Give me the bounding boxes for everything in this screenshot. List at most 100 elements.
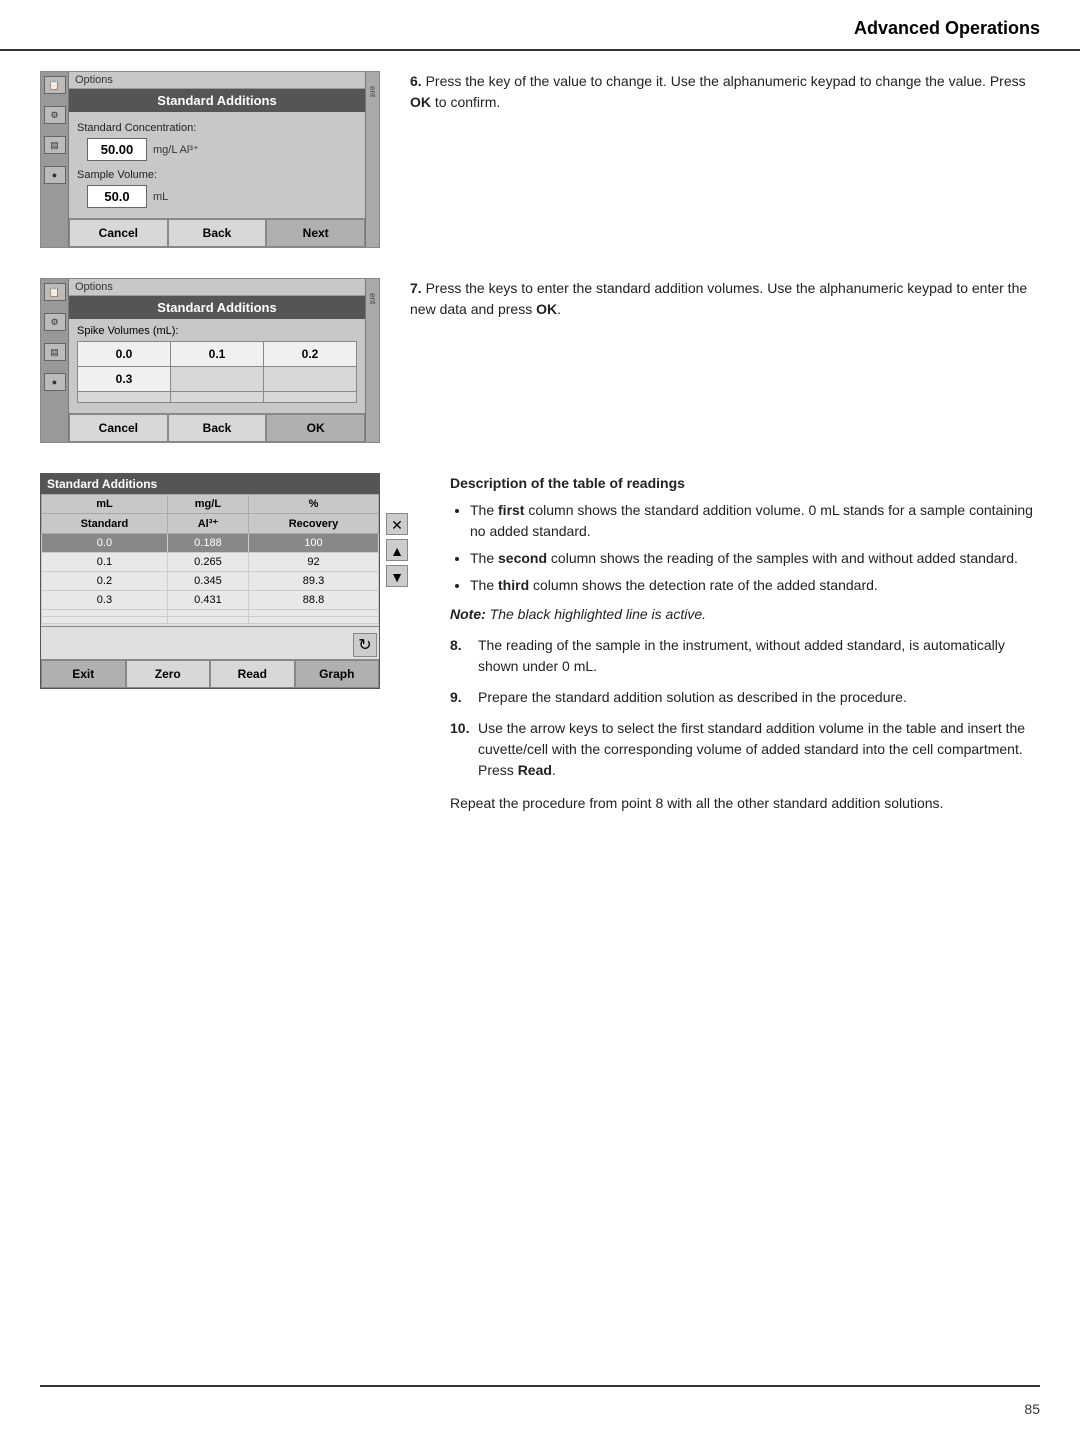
spike-cell-0[interactable]: 0.0 bbox=[78, 342, 170, 366]
up-arrow-icon[interactable]: ▲ bbox=[386, 539, 408, 561]
options-bar-2: Options bbox=[69, 279, 365, 296]
repeat-text: Repeat the procedure from point 8 with a… bbox=[450, 793, 1040, 814]
section-3-text: Description of the table of readings The… bbox=[450, 473, 1040, 814]
device-screenshot-1: 📋 ⚙ ▤ ● Options Standard Additions Stand… bbox=[40, 71, 380, 248]
spike-cell-1[interactable]: 0.1 bbox=[171, 342, 263, 366]
spike-cell-5[interactable] bbox=[264, 367, 356, 391]
col-ml-header: mL bbox=[42, 495, 168, 514]
copy-icon: 📋 bbox=[44, 76, 66, 94]
cancel-button-2[interactable]: Cancel bbox=[69, 414, 168, 442]
step-6-text: 6. Press the key of the value to change … bbox=[410, 71, 1040, 113]
note-text: Note: The black highlighted line is acti… bbox=[450, 604, 1040, 625]
step-7-text: 7. Press the keys to enter the standard … bbox=[410, 278, 1040, 320]
spike-cell-6[interactable] bbox=[78, 392, 170, 402]
cylinder-icon: ● bbox=[44, 166, 66, 184]
exit-button[interactable]: Exit bbox=[41, 660, 126, 688]
table-row bbox=[42, 610, 379, 617]
close-icon[interactable]: ✕ bbox=[386, 513, 408, 535]
read-button[interactable]: Read bbox=[210, 660, 295, 688]
bullet-2: The second column shows the reading of t… bbox=[470, 548, 1040, 569]
chart-icon: ▤ bbox=[44, 136, 66, 154]
col-standard-header: Standard bbox=[42, 514, 168, 534]
page-footer: 85 bbox=[1024, 1401, 1040, 1417]
spike-label: Spike Volumes (mL): bbox=[77, 325, 357, 337]
std-conc-label-row: Standard Concentration: bbox=[77, 122, 357, 134]
step-9: 9. Prepare the standard addition solutio… bbox=[450, 687, 1040, 708]
down-arrow-icon[interactable]: ▼ bbox=[386, 565, 408, 587]
col-mgl-header: mg/L bbox=[167, 495, 248, 514]
col-pct-header: % bbox=[248, 495, 378, 514]
std-conc-input[interactable]: 50.00 bbox=[87, 138, 147, 161]
step-10: 10. Use the arrow keys to select the fir… bbox=[450, 718, 1040, 781]
sample-vol-label-row: Sample Volume: bbox=[77, 169, 357, 181]
cylinder-icon-2: ● bbox=[44, 373, 66, 391]
settings-icon-2: ⚙ bbox=[44, 313, 66, 331]
sa-table-title: Standard Additions bbox=[41, 474, 379, 494]
sa-table: mL mg/L % Standard Al³⁺ Recovery 0.00.18… bbox=[41, 494, 379, 624]
spike-cell-7[interactable] bbox=[171, 392, 263, 402]
options-bar-1: Options bbox=[69, 72, 365, 89]
table-scroll-controls: ✕ ▲ ▼ bbox=[386, 513, 408, 587]
device-screenshot-2: 📋 ⚙ ▤ ● Options Standard Additions Spike… bbox=[40, 278, 380, 443]
device-footer-1: Cancel Back Next bbox=[69, 218, 365, 247]
sa-table-footer: Exit Zero Read Graph bbox=[41, 659, 379, 688]
device-body-1: Standard Concentration: 50.00 mg/L Al³⁺ … bbox=[69, 112, 365, 218]
back-button-2[interactable]: Back bbox=[168, 414, 267, 442]
spike-cell-2[interactable]: 0.2 bbox=[264, 342, 356, 366]
sa-table-wrapper: Standard Additions mL mg/L % Standard Al… bbox=[40, 473, 380, 689]
refresh-icon[interactable]: ↻ bbox=[353, 633, 377, 657]
device-title-2: Standard Additions bbox=[69, 296, 365, 319]
zero-button[interactable]: Zero bbox=[126, 660, 211, 688]
table-row: 0.30.43188.8 bbox=[42, 591, 379, 610]
spike-cell-4[interactable] bbox=[171, 367, 263, 391]
device-title-1: Standard Additions bbox=[69, 89, 365, 112]
bullet-list: The first column shows the standard addi… bbox=[450, 500, 1040, 596]
spike-cell-8[interactable] bbox=[264, 392, 356, 402]
numbered-steps: 8. The reading of the sample in the inst… bbox=[450, 635, 1040, 781]
desc-heading: Description of the table of readings bbox=[450, 473, 1040, 494]
bullet-3: The third column shows the detection rat… bbox=[470, 575, 1040, 596]
table-row bbox=[42, 617, 379, 624]
ok-button-2[interactable]: OK bbox=[266, 414, 365, 442]
back-button-1[interactable]: Back bbox=[168, 219, 267, 247]
device-right-bar-1: ent bbox=[365, 72, 379, 247]
std-conc-value-row: 50.00 mg/L Al³⁺ bbox=[87, 138, 357, 161]
spike-cell-3[interactable]: 0.3 bbox=[78, 367, 170, 391]
table-header-row-1: mL mg/L % bbox=[42, 495, 379, 514]
device-left-bar-1: 📋 ⚙ ▤ ● bbox=[41, 72, 69, 247]
col-recovery-header: Recovery bbox=[248, 514, 378, 534]
sample-vol-value-row: 50.0 mL bbox=[87, 185, 357, 208]
sa-table-container: Standard Additions mL mg/L % Standard Al… bbox=[40, 473, 380, 689]
device-left-bar-2: 📋 ⚙ ▤ ● bbox=[41, 279, 69, 442]
device-main-2: Options Standard Additions Spike Volumes… bbox=[69, 279, 365, 442]
col-al-header: Al³⁺ bbox=[167, 514, 248, 534]
table-divider bbox=[41, 626, 379, 627]
page-number: 85 bbox=[1024, 1401, 1040, 1417]
next-button-1[interactable]: Next bbox=[266, 219, 365, 247]
page-bottom-rule bbox=[40, 1385, 1040, 1387]
sa-table-body: 0.00.1881000.10.265920.20.34589.30.30.43… bbox=[42, 534, 379, 624]
table-row: 0.20.34589.3 bbox=[42, 572, 379, 591]
table-row: 0.00.188100 bbox=[42, 534, 379, 553]
step-8: 8. The reading of the sample in the inst… bbox=[450, 635, 1040, 677]
section-2: 📋 ⚙ ▤ ● Options Standard Additions Spike… bbox=[40, 278, 1040, 443]
graph-button[interactable]: Graph bbox=[295, 660, 380, 688]
section-3: Standard Additions mL mg/L % Standard Al… bbox=[40, 473, 1040, 814]
device-footer-2: Cancel Back OK bbox=[69, 413, 365, 442]
page-title: Advanced Operations bbox=[854, 18, 1040, 38]
chart-icon-2: ▤ bbox=[44, 343, 66, 361]
page-header: Advanced Operations bbox=[0, 0, 1080, 51]
bullet-1: The first column shows the standard addi… bbox=[470, 500, 1040, 542]
copy-icon-2: 📋 bbox=[44, 283, 66, 301]
device-main-1: Options Standard Additions Standard Conc… bbox=[69, 72, 365, 247]
table-row: 0.10.26592 bbox=[42, 553, 379, 572]
refresh-row: ↻ bbox=[41, 631, 379, 659]
table-header-row-2: Standard Al³⁺ Recovery bbox=[42, 514, 379, 534]
cancel-button-1[interactable]: Cancel bbox=[69, 219, 168, 247]
sample-vol-input[interactable]: 50.0 bbox=[87, 185, 147, 208]
spike-grid: 0.0 0.1 0.2 0.3 bbox=[77, 341, 357, 403]
settings-icon: ⚙ bbox=[44, 106, 66, 124]
device-body-2: Spike Volumes (mL): 0.0 0.1 0.2 0.3 bbox=[69, 319, 365, 413]
section-1: 📋 ⚙ ▤ ● Options Standard Additions Stand… bbox=[40, 71, 1040, 248]
device-right-bar-2: ent bbox=[365, 279, 379, 442]
